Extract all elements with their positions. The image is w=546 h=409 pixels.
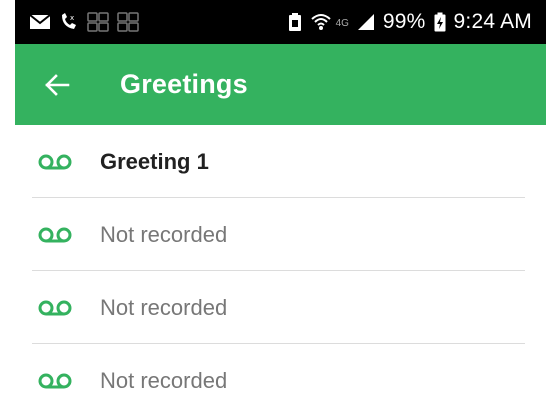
voicemail-icon xyxy=(37,371,73,391)
svg-text:x: x xyxy=(70,14,74,22)
clock: 9:24 AM xyxy=(453,10,532,33)
missed-call-icon: x xyxy=(59,12,79,32)
wifi-icon xyxy=(310,12,332,32)
greeting-item[interactable]: Greeting 1 xyxy=(15,125,546,198)
voicemail-icon xyxy=(37,298,73,318)
greeting-item[interactable]: Not recorded xyxy=(15,344,546,409)
status-bar: x 4G 99% 9:24 AM xyxy=(15,0,546,44)
greetings-list: Greeting 1 Not recorded Not recorded Not… xyxy=(15,125,546,409)
battery-charging-icon xyxy=(434,12,446,32)
battery-percent: 99% xyxy=(382,10,426,33)
back-button[interactable] xyxy=(42,70,72,100)
mail-icon xyxy=(29,13,51,31)
status-system: 4G 99% 9:24 AM xyxy=(288,10,532,34)
greeting-label: Not recorded xyxy=(100,294,228,320)
voicemail-icon xyxy=(37,225,73,245)
greeting-label: Not recorded xyxy=(100,221,228,247)
voicemail-icon xyxy=(37,152,73,172)
greeting-item[interactable]: Not recorded xyxy=(15,271,546,344)
app-notification-icon xyxy=(87,12,109,32)
app-bar: Greetings xyxy=(15,44,546,125)
greeting-item[interactable]: Not recorded xyxy=(15,198,546,271)
signal-icon xyxy=(357,13,375,31)
page-title: Greetings xyxy=(120,69,248,99)
app-notification-icon xyxy=(117,12,139,32)
phone-screen: x 4G 99% 9:24 AM Greetings Greeting 1 No… xyxy=(15,0,546,409)
greeting-label: Not recorded xyxy=(100,367,228,393)
greeting-label: Greeting 1 xyxy=(100,148,209,174)
battery-saver-icon xyxy=(288,12,302,32)
arrow-left-icon xyxy=(45,73,70,96)
status-notifications: x xyxy=(29,12,139,32)
network-type-label: 4G xyxy=(335,18,349,29)
